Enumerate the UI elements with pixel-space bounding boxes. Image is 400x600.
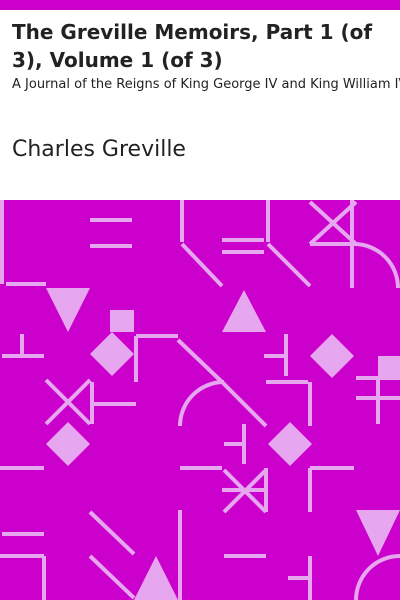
pattern-square [110,310,134,332]
top-accent-bar [0,0,400,10]
pattern-square [378,356,400,378]
book-author: Charles Greville [12,137,186,162]
book-subtitle: A Journal of the Reigns of King George I… [12,77,400,92]
cover-pattern [0,200,400,600]
book-title: The Greville Memoirs, Part 1 (of 3), Vol… [12,20,373,72]
pattern-background [0,200,400,600]
